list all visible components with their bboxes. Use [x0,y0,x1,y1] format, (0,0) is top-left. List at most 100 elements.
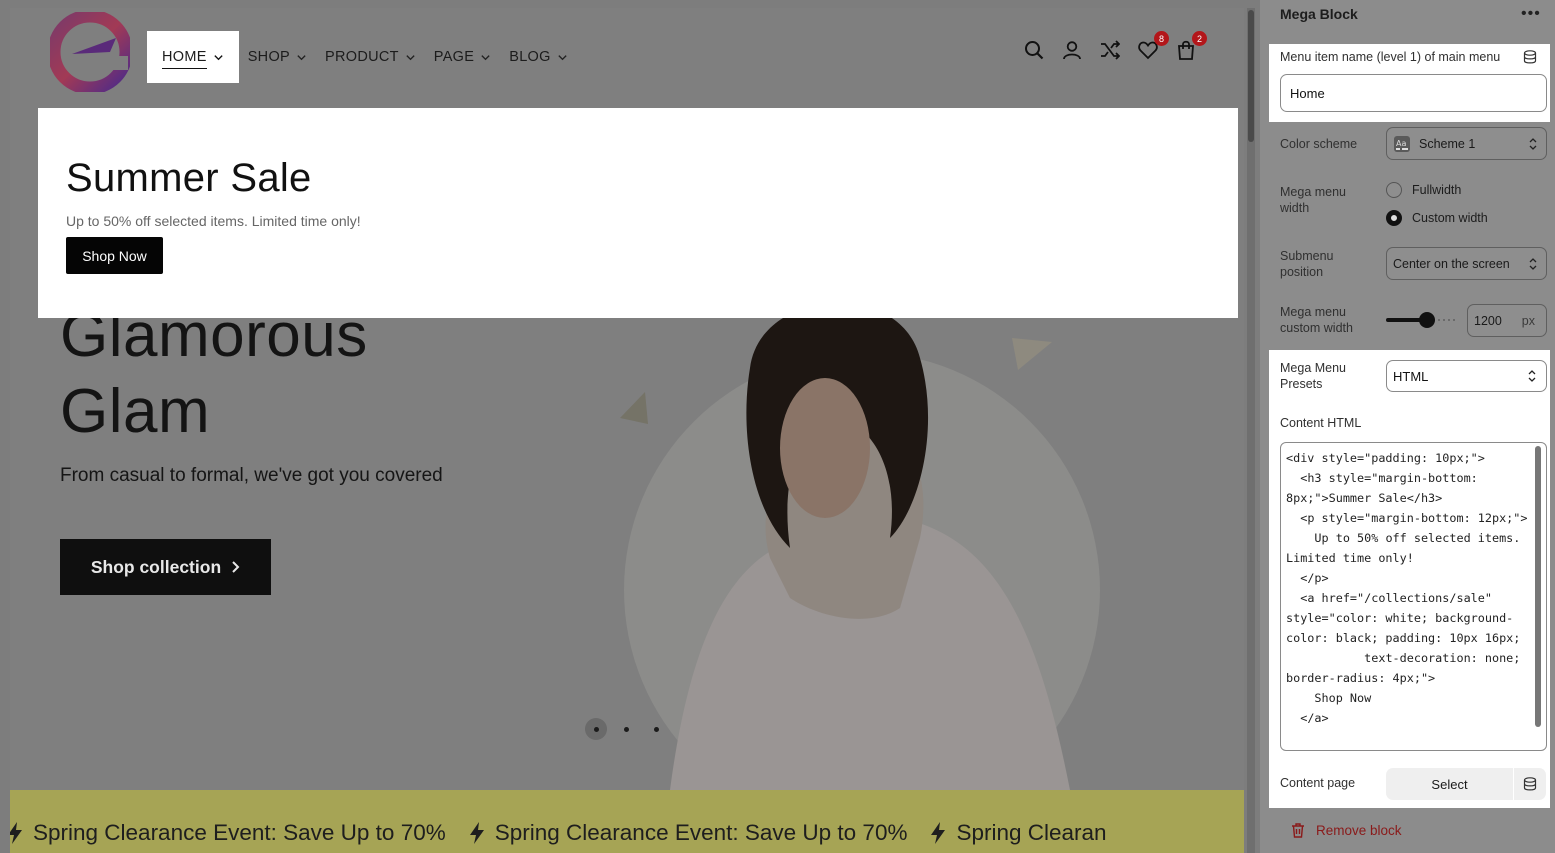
hero-title-line: Glam [60,377,211,446]
panel-title: Mega Block [1280,6,1358,22]
chevron-down-icon [214,54,223,60]
slide-dot-2[interactable] [615,718,637,740]
site-header: HOME SHOP PRODUCT PAGE BLOG 8 2 [10,8,1244,100]
content-page-select-button[interactable]: Select [1386,768,1513,800]
select-arrows-icon [1528,370,1536,382]
marquee-text: Spring Clearance Event: Save Up to 70% [494,820,908,845]
lightning-icon [931,822,946,844]
mega-menu-text: Up to 50% off selected items. Limited ti… [66,213,361,229]
mega-menu-dropdown: Summer Sale Up to 50% off selected items… [38,108,1238,318]
marquee-item: Spring Clearance Event: Save Up to 70% [468,820,930,846]
marquee-text: Spring Clearance Event: Save Up to 70% [33,820,446,845]
submenu-position-select[interactable]: Center on the screen [1386,247,1547,280]
mega-menu-title: Summer Sale [66,156,312,200]
content-html-label: Content HTML [1280,416,1362,430]
content-html-section: Mega Menu Presets HTML Content HTML Cont… [1269,350,1550,808]
search-icon[interactable] [1024,40,1044,60]
brand-logo[interactable] [50,12,130,92]
chevron-down-icon [481,54,490,60]
wishlist-count-badge: 8 [1154,31,1169,46]
radio-button[interactable] [1386,182,1402,198]
shop-collection-button[interactable]: Shop collection [60,539,271,595]
slide-dots [585,718,667,740]
account-icon[interactable] [1062,40,1082,60]
radio-label: Fullwidth [1412,183,1462,197]
custom-width-input[interactable]: 1200 px [1467,304,1547,337]
radio-label: Custom width [1412,211,1488,225]
remove-block-label: Remove block [1316,822,1402,838]
preview-scrollbar[interactable] [1247,8,1255,853]
dynamic-source-icon[interactable] [1523,50,1537,64]
presets-label: Mega Menu Presets [1280,361,1347,391]
color-scheme-icon: Aa [1394,135,1410,152]
cart-count-badge: 2 [1192,31,1207,46]
mega-menu-width-label: Mega menu width [1280,185,1347,215]
slide-dot-1[interactable] [585,718,607,740]
settings-panel: Mega Block ••• Menu item name (level 1) … [1260,0,1555,853]
svg-text:Aa: Aa [1396,139,1406,148]
cart-button[interactable]: 2 [1176,31,1207,60]
chevron-down-icon [558,54,567,60]
nav-item-label: SHOP [247,49,290,65]
header-icons: 8 2 [1024,31,1207,60]
presets-value: HTML [1393,368,1429,384]
compare-icon[interactable] [1100,40,1120,60]
nav-item-shop[interactable]: SHOP [239,31,316,83]
custom-width-value: 1200 [1474,313,1502,328]
custom-width-slider[interactable] [1386,310,1460,330]
custom-width-unit: px [1521,313,1535,328]
nav-item-label: BLOG [509,49,551,65]
chevron-down-icon [297,54,306,60]
select-arrows-icon [1529,138,1537,150]
color-scheme-label: Color scheme [1280,137,1358,151]
more-options-icon[interactable]: ••• [1521,5,1541,23]
menu-name-label: Menu item name (level 1) of main menu [1280,50,1501,64]
nav-item-label: PRODUCT [325,49,399,65]
select-arrows-icon [1529,258,1537,270]
content-page-source-button[interactable] [1514,768,1546,800]
submenu-position-label: Submenu position [1280,249,1334,279]
content-html-editor[interactable] [1280,442,1547,751]
marquee-item: Spring Clearance Event: Save Up to 70% [10,820,468,846]
slide-dot-3[interactable] [645,718,667,740]
wishlist-button[interactable]: 8 [1138,31,1169,60]
dynamic-source-icon [1523,777,1537,791]
nav-item-label: HOME [162,49,207,69]
chevron-right-icon [232,561,240,573]
marquee-text: Spring Clearan [956,820,1107,845]
width-option-custom[interactable]: Custom width [1386,210,1488,226]
submenu-position-value: Center on the screen [1393,256,1510,271]
presets-select[interactable]: HTML [1386,360,1547,392]
scrollbar-thumb[interactable] [1248,10,1254,142]
nav-item-home[interactable]: HOME [147,31,239,83]
color-scheme-value: Scheme 1 [1419,136,1476,151]
nav-item-page[interactable]: PAGE [425,31,500,83]
preview-frame: HOME SHOP PRODUCT PAGE BLOG 8 2 Glamorou… [10,8,1244,853]
main-nav: HOME SHOP PRODUCT PAGE BLOG [147,31,577,83]
marquee-track: Spring Clearance Event: Save Up to 70% S… [10,820,1129,846]
menu-name-section: Menu item name (level 1) of main menu Ho… [1269,44,1550,122]
radio-button-selected[interactable] [1386,210,1402,226]
editor-scrollbar[interactable] [1535,446,1541,727]
lightning-icon [469,822,484,844]
hero-title: Glamorous Glam [60,298,368,450]
storefront-preview: HOME SHOP PRODUCT PAGE BLOG 8 2 Glamorou… [0,0,1260,853]
nav-item-product[interactable]: PRODUCT [316,31,425,83]
hero-subtitle: From casual to formal, we've got you cov… [60,465,443,486]
hero-model-image [620,308,1100,790]
remove-block-button[interactable]: Remove block [1290,822,1402,838]
trash-icon [1292,823,1304,838]
marquee-item: Spring Clearan [929,820,1128,846]
nav-item-label: PAGE [433,49,475,65]
content-page-label: Content page [1280,776,1356,790]
nav-item-blog[interactable]: BLOG [500,31,577,83]
lightning-icon [10,822,22,844]
announcement-marquee: Spring Clearance Event: Save Up to 70% S… [10,790,1244,853]
chevron-down-icon [406,54,415,60]
custom-width-label: Mega menu custom width [1280,305,1353,335]
shop-collection-label: Shop collection [90,556,222,577]
mega-menu-shop-now-button[interactable]: Shop Now [66,237,163,274]
menu-name-input[interactable]: Home [1280,74,1547,112]
color-scheme-select[interactable]: Aa Scheme 1 [1386,127,1547,160]
width-option-fullwidth[interactable]: Fullwidth [1386,182,1461,198]
